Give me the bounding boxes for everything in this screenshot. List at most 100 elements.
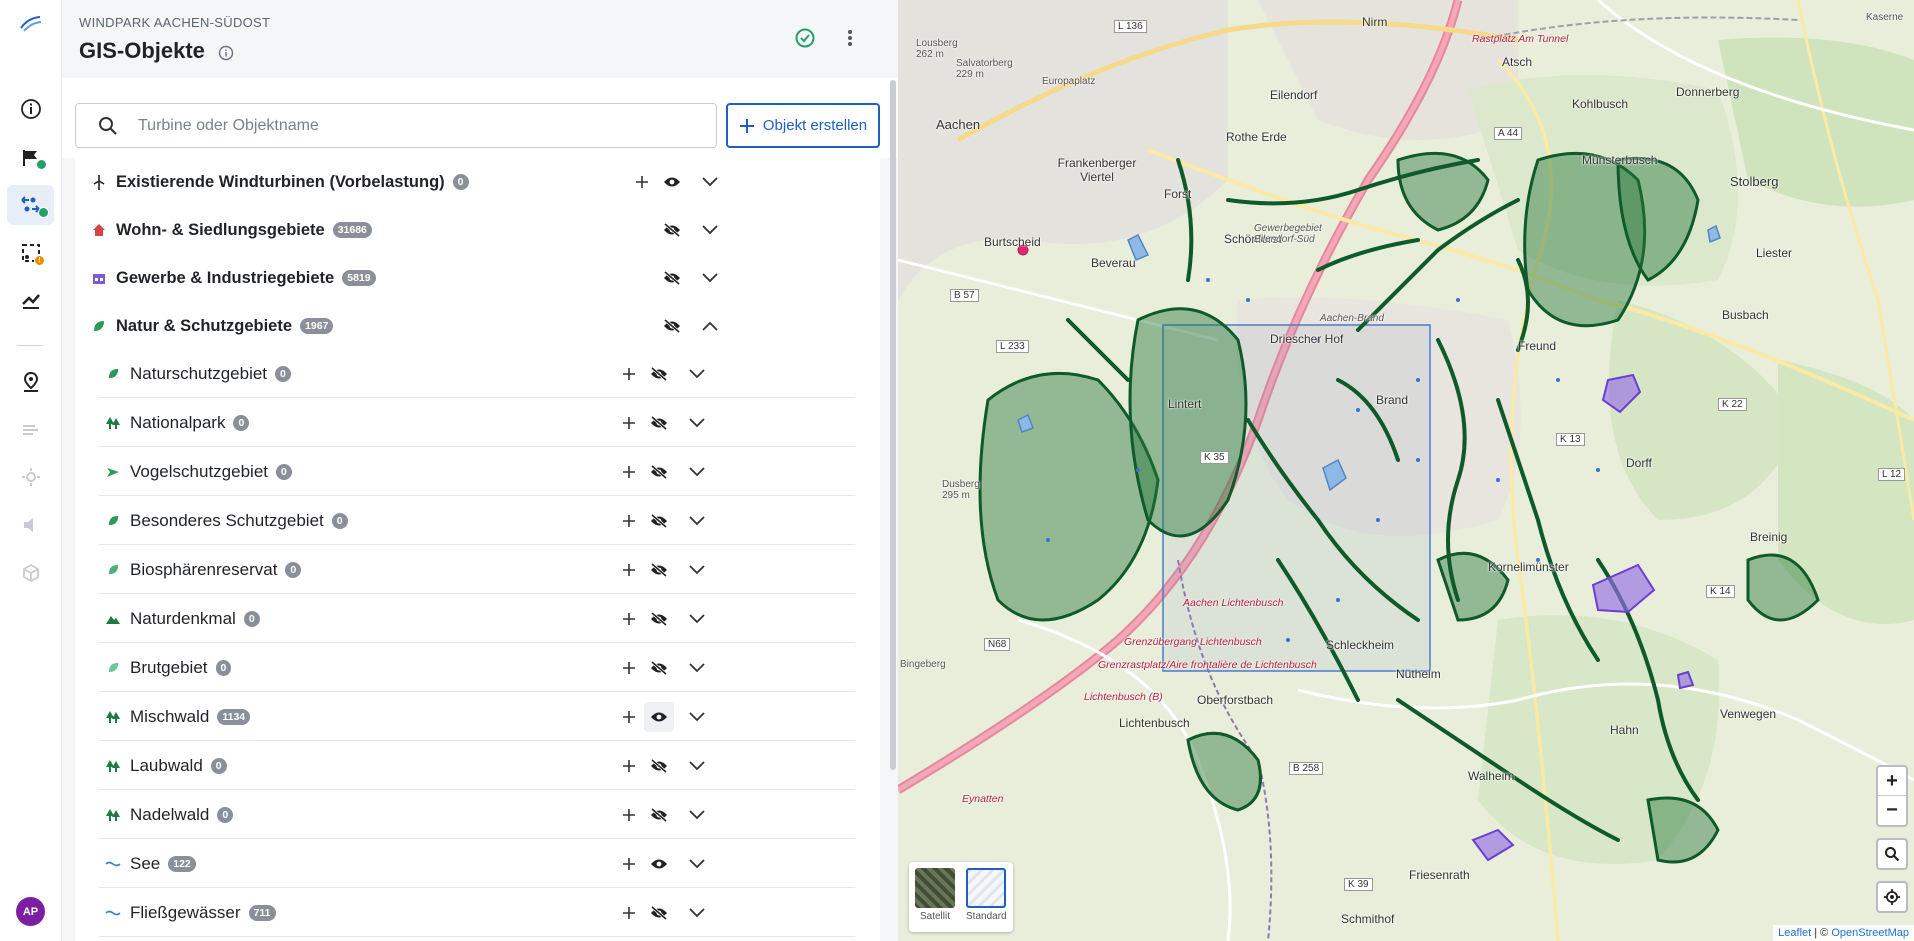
zoom-in-button[interactable]: + (1878, 767, 1906, 796)
gis-objects-icon[interactable] (7, 185, 54, 225)
chevron-down-icon[interactable] (682, 555, 712, 585)
visibility-off-icon[interactable] (657, 215, 687, 245)
subcategory-label: Naturdenkmal (130, 608, 236, 628)
poi-label: Eynatten (962, 793, 1004, 805)
info-icon[interactable] (16, 94, 46, 124)
osm-link[interactable]: OpenStreetMap (1831, 927, 1909, 939)
locate-me-button[interactable] (1876, 881, 1908, 913)
chevron-down-icon[interactable] (682, 359, 712, 389)
add-icon[interactable] (627, 167, 657, 197)
location-pin-icon[interactable] (16, 367, 46, 397)
chevron-down-icon[interactable] (682, 457, 712, 487)
map-view[interactable]: Aachen Nirm Eilendorf Atsch Donnerberg K… (898, 0, 1914, 941)
landmark-label: Lousberg 262 m (916, 38, 958, 60)
chevron-down-icon[interactable] (682, 702, 712, 732)
title-info-icon[interactable] (218, 45, 234, 61)
factory-icon (91, 270, 107, 286)
list-scrollbar[interactable] (890, 80, 896, 770)
visibility-off-icon[interactable] (644, 751, 674, 781)
more-options-icon[interactable] (840, 26, 860, 50)
visibility-off-icon[interactable] (644, 457, 674, 487)
visibility-off-icon[interactable] (644, 506, 674, 536)
subcategory-row-biosphaerenreservat[interactable]: Biosphärenreservat 0 (99, 546, 855, 594)
poi-label: Grenzrastplatz/Aire frontalière de Licht… (1098, 659, 1317, 671)
leaflet-link[interactable]: Leaflet (1778, 927, 1811, 939)
subcategory-row-vogelschutzgebiet[interactable]: Vogelschutzgebiet 0 (99, 448, 855, 496)
category-row-existing-turbines[interactable]: Existierende Windturbinen (Vorbelastung)… (75, 158, 880, 206)
visibility-on-icon[interactable] (657, 167, 687, 197)
panel-header: WINDPARK AACHEN-SÜDOST GIS-Objekte (62, 0, 898, 78)
chevron-down-icon[interactable] (682, 898, 712, 928)
add-icon[interactable] (614, 359, 644, 389)
trees-icon (105, 758, 121, 774)
area-selection-icon[interactable]: ! (16, 238, 46, 268)
create-object-button[interactable]: Objekt erstellen (726, 103, 880, 148)
visibility-off-icon[interactable] (657, 311, 687, 341)
chevron-down-icon[interactable] (682, 849, 712, 879)
chevron-down-icon[interactable] (695, 263, 725, 293)
subcategory-row-fliessgewaesser[interactable]: Fließgewässer 711 (99, 889, 855, 937)
add-icon[interactable] (614, 849, 644, 879)
add-icon[interactable] (614, 506, 644, 536)
visibility-off-icon[interactable] (644, 555, 674, 585)
road-shield: K 35 (1200, 451, 1229, 464)
add-icon[interactable] (614, 457, 644, 487)
subcategory-row-besonderes-schutzgebiet[interactable]: Besonderes Schutzgebiet 0 (99, 497, 855, 545)
visibility-off-icon[interactable] (644, 359, 674, 389)
visibility-off-icon[interactable] (644, 653, 674, 683)
layer-satellit[interactable]: Satellit (915, 868, 955, 922)
subcategory-row-naturschutzgebiet[interactable]: Naturschutzgebiet 0 (99, 350, 855, 398)
map-canvas[interactable] (898, 0, 1914, 941)
turbine-flags-icon[interactable] (16, 143, 47, 173)
subcategory-row-nationalpark[interactable]: Nationalpark 0 (99, 399, 855, 447)
user-avatar[interactable]: AP (16, 897, 45, 926)
visibility-on-icon[interactable] (644, 849, 674, 879)
subcategory-label: See (130, 853, 161, 873)
subcategory-row-naturdenkmal[interactable]: Naturdenkmal 0 (99, 595, 855, 643)
chevron-down-icon[interactable] (682, 408, 712, 438)
subcategory-row-nadelwald[interactable]: Nadelwald 0 (99, 791, 855, 839)
chevron-up-icon[interactable] (695, 311, 725, 341)
subcategory-label: Besonderes Schutzgebiet (130, 510, 324, 530)
chevron-down-icon[interactable] (682, 604, 712, 634)
category-row-industrial[interactable]: Gewerbe & Industriegebiete 5819 (75, 254, 880, 302)
place-label: Hahn (1610, 723, 1639, 737)
category-row-residential[interactable]: Wohn- & Siedlungsgebiete 31686 (75, 206, 880, 254)
subcategory-row-laubwald[interactable]: Laubwald 0 (99, 742, 855, 790)
add-icon[interactable] (614, 702, 644, 732)
visibility-on-icon[interactable] (644, 702, 674, 732)
count-badge: 1134 (217, 708, 251, 725)
layer-standard[interactable]: Standard (966, 868, 1007, 922)
visibility-off-icon[interactable] (657, 263, 687, 293)
subcategory-row-mischwald[interactable]: Mischwald 1134 (99, 693, 855, 741)
count-badge: 31686 (332, 222, 372, 238)
category-row-nature[interactable]: Natur & Schutzgebiete 1967 (75, 302, 880, 350)
add-icon[interactable] (614, 653, 644, 683)
add-icon[interactable] (614, 555, 644, 585)
search-input[interactable] (138, 112, 698, 140)
app-logo[interactable] (18, 14, 44, 34)
visibility-off-icon[interactable] (644, 800, 674, 830)
layer-list: Existierende Windturbinen (Vorbelastung)… (75, 158, 880, 941)
add-icon[interactable] (614, 408, 644, 438)
visibility-off-icon[interactable] (644, 898, 674, 928)
map-search-button[interactable] (1876, 838, 1908, 870)
count-badge: 0 (452, 174, 469, 190)
subcategory-row-see[interactable]: See 122 (99, 840, 855, 888)
chevron-down-icon[interactable] (682, 751, 712, 781)
chevron-down-icon[interactable] (695, 167, 725, 197)
visibility-off-icon[interactable] (644, 604, 674, 634)
subcategory-row-brutgebiet[interactable]: Brutgebiet 0 (99, 644, 855, 692)
chevron-down-icon[interactable] (682, 506, 712, 536)
add-icon[interactable] (614, 751, 644, 781)
count-badge: 5819 (342, 270, 376, 286)
chevron-down-icon[interactable] (682, 653, 712, 683)
zoom-out-button[interactable]: − (1878, 796, 1906, 825)
chevron-down-icon[interactable] (695, 215, 725, 245)
add-icon[interactable] (614, 800, 644, 830)
analysis-icon[interactable] (16, 286, 46, 316)
visibility-off-icon[interactable] (644, 408, 674, 438)
add-icon[interactable] (614, 898, 644, 928)
chevron-down-icon[interactable] (682, 800, 712, 830)
add-icon[interactable] (614, 604, 644, 634)
